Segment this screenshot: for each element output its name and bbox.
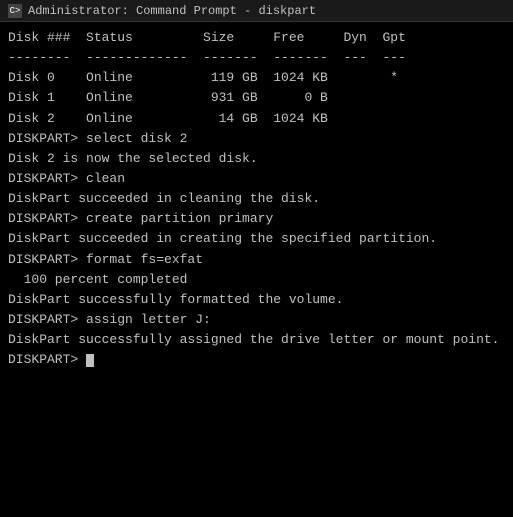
disk-header: Disk ### Status Size Free Dyn Gpt [8,28,505,48]
msg3: DiskPart succeeded in creating the speci… [8,229,505,249]
prompt5: DISKPART> assign letter J: [8,310,505,330]
prompt6: DISKPART> [8,350,505,370]
cmd-icon: C> [8,4,22,18]
msg1: Disk 2 is now the selected disk. [8,149,505,169]
prompt4: DISKPART> format fs=exfat [8,250,505,270]
disk0: Disk 0 Online 119 GB 1024 KB * [8,68,505,88]
msg5: DiskPart successfully formatted the volu… [8,290,505,310]
prompt1: DISKPART> select disk 2 [8,129,505,149]
prompt3: DISKPART> create partition primary [8,209,505,229]
disk1: Disk 1 Online 931 GB 0 B [8,88,505,108]
terminal-area: Disk ### Status Size Free Dyn Gpt-------… [0,22,513,517]
disk-sep: -------- ------------- ------- ------- -… [8,48,505,68]
title-bar: C> Administrator: Command Prompt - diskp… [0,0,513,22]
cursor [86,354,94,367]
msg2: DiskPart succeeded in cleaning the disk. [8,189,505,209]
msg6: DiskPart successfully assigned the drive… [8,330,505,350]
prompt2: DISKPART> clean [8,169,505,189]
window-title: Administrator: Command Prompt - diskpart [28,4,316,18]
msg4: 100 percent completed [8,270,505,290]
disk2: Disk 2 Online 14 GB 1024 KB [8,109,505,129]
